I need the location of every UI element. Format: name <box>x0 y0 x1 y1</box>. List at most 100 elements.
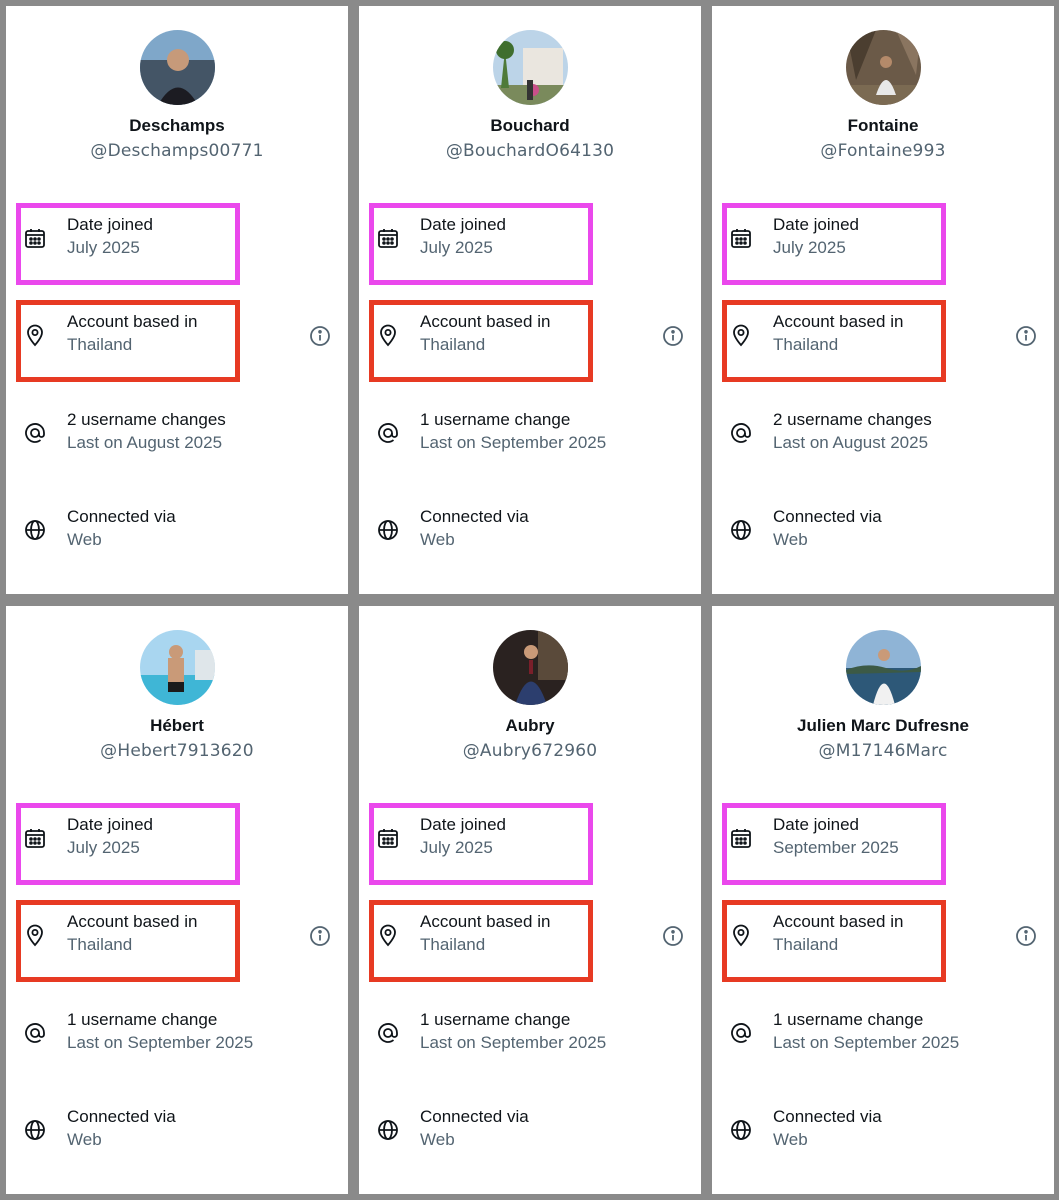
connected-via-value: Web <box>773 530 808 549</box>
location-pin-icon <box>729 923 753 947</box>
at-sign-icon <box>729 421 753 445</box>
location-pin-icon <box>376 323 400 347</box>
account-card-fontaine: Fontaine @Fontaine993 Date joined July 2… <box>712 6 1054 594</box>
connected-via-row: Connected via Web <box>6 1101 348 1161</box>
username-changes-row: 1 username change Last on September 2025 <box>712 1004 1054 1064</box>
connected-via-label: Connected via <box>420 1107 529 1126</box>
calendar-icon <box>729 226 753 250</box>
date-joined-value: July 2025 <box>67 838 140 857</box>
account-based-in-value: Thailand <box>773 935 839 954</box>
display-name: Julien Marc Dufresne <box>797 716 969 735</box>
date-joined-row: Date joined July 2025 <box>359 809 701 869</box>
connected-via-value: Web <box>773 1130 808 1149</box>
username-changes-label: 1 username change <box>420 410 571 429</box>
username-changes-value: Last on September 2025 <box>773 1033 960 1052</box>
account-card-aubry: Aubry @Aubry672960 Date joined July 2025… <box>359 606 701 1194</box>
location-pin-icon <box>23 323 47 347</box>
globe-icon <box>729 1118 753 1142</box>
username-changes-value: Last on September 2025 <box>67 1033 254 1052</box>
username-changes-row: 1 username change Last on September 2025 <box>359 1004 701 1064</box>
connected-via-row: Connected via Web <box>359 1101 701 1161</box>
date-joined-label: Date joined <box>420 215 507 234</box>
info-icon[interactable] <box>308 924 332 948</box>
info-icon[interactable] <box>661 324 685 348</box>
location-pin-icon <box>376 923 400 947</box>
username-changes-label: 1 username change <box>67 1010 218 1029</box>
connected-via-label: Connected via <box>67 1107 176 1126</box>
calendar-icon <box>729 826 753 850</box>
avatar[interactable] <box>140 30 215 105</box>
connected-via-value: Web <box>67 530 102 549</box>
globe-icon <box>23 518 47 542</box>
connected-via-row: Connected via Web <box>712 1101 1054 1161</box>
display-name: Fontaine <box>847 116 919 135</box>
globe-icon <box>376 1118 400 1142</box>
connected-via-label: Connected via <box>773 507 882 526</box>
username-handle: @M17146Marc <box>818 741 948 761</box>
account-card-hebert: Hébert @Hebert7913620 Date joined July 2… <box>6 606 348 1194</box>
globe-icon <box>376 518 400 542</box>
display-name: Bouchard <box>490 116 570 135</box>
date-joined-label: Date joined <box>67 815 154 834</box>
at-sign-icon <box>376 421 400 445</box>
account-based-in-value: Thailand <box>67 935 133 954</box>
date-joined-row: Date joined July 2025 <box>712 209 1054 269</box>
account-based-in-row: Account based in Thailand <box>359 306 701 366</box>
info-icon[interactable] <box>1014 924 1038 948</box>
avatar[interactable] <box>846 630 921 705</box>
avatar[interactable] <box>140 630 215 705</box>
account-based-in-row: Account based in Thailand <box>712 906 1054 966</box>
username-changes-row: 1 username change Last on September 2025 <box>359 404 701 464</box>
account-based-in-label: Account based in <box>420 312 551 331</box>
username-handle: @Deschamps00771 <box>90 141 264 161</box>
username-changes-value: Last on August 2025 <box>67 433 223 452</box>
avatar[interactable] <box>493 630 568 705</box>
username-changes-row: 2 username changes Last on August 2025 <box>712 404 1054 464</box>
date-joined-label: Date joined <box>67 215 154 234</box>
info-icon[interactable] <box>661 924 685 948</box>
connected-via-label: Connected via <box>420 507 529 526</box>
globe-icon <box>729 518 753 542</box>
account-based-in-row: Account based in Thailand <box>712 306 1054 366</box>
avatar[interactable] <box>493 30 568 105</box>
account-based-in-label: Account based in <box>773 312 904 331</box>
connected-via-row: Connected via Web <box>712 501 1054 561</box>
username-handle: @BouchardO64130 <box>445 141 615 161</box>
calendar-icon <box>376 226 400 250</box>
date-joined-value: July 2025 <box>420 238 493 257</box>
account-card-dufresne: Julien Marc Dufresne @M17146Marc Date jo… <box>712 606 1054 1194</box>
account-based-in-row: Account based in Thailand <box>6 306 348 366</box>
location-pin-icon <box>23 923 47 947</box>
date-joined-row: Date joined July 2025 <box>6 209 348 269</box>
info-icon[interactable] <box>1014 324 1038 348</box>
account-card-bouchard: Bouchard @BouchardO64130 Date joined Jul… <box>359 6 701 594</box>
date-joined-value: July 2025 <box>67 238 140 257</box>
account-card-deschamps: Deschamps @Deschamps00771 Date joined Ju… <box>6 6 348 594</box>
username-changes-row: 1 username change Last on September 2025 <box>6 1004 348 1064</box>
date-joined-value: July 2025 <box>773 238 846 257</box>
username-handle: @Aubry672960 <box>462 741 598 761</box>
account-based-in-value: Thailand <box>420 935 486 954</box>
username-changes-value: Last on September 2025 <box>420 1033 607 1052</box>
date-joined-row: Date joined September 2025 <box>712 809 1054 869</box>
calendar-icon <box>376 826 400 850</box>
date-joined-row: Date joined July 2025 <box>6 809 348 869</box>
avatar[interactable] <box>846 30 921 105</box>
username-changes-value: Last on August 2025 <box>773 433 929 452</box>
at-sign-icon <box>729 1021 753 1045</box>
globe-icon <box>23 1118 47 1142</box>
display-name: Hébert <box>150 716 204 735</box>
date-joined-label: Date joined <box>773 215 860 234</box>
location-pin-icon <box>729 323 753 347</box>
date-joined-row: Date joined July 2025 <box>359 209 701 269</box>
info-icon[interactable] <box>308 324 332 348</box>
connected-via-row: Connected via Web <box>6 501 348 561</box>
username-handle: @Hebert7913620 <box>100 741 254 761</box>
display-name: Deschamps <box>129 116 225 135</box>
account-based-in-value: Thailand <box>420 335 486 354</box>
date-joined-value: September 2025 <box>773 838 899 857</box>
connected-via-value: Web <box>67 1130 102 1149</box>
account-based-in-value: Thailand <box>773 335 839 354</box>
date-joined-label: Date joined <box>420 815 507 834</box>
username-changes-label: 2 username changes <box>67 410 226 429</box>
